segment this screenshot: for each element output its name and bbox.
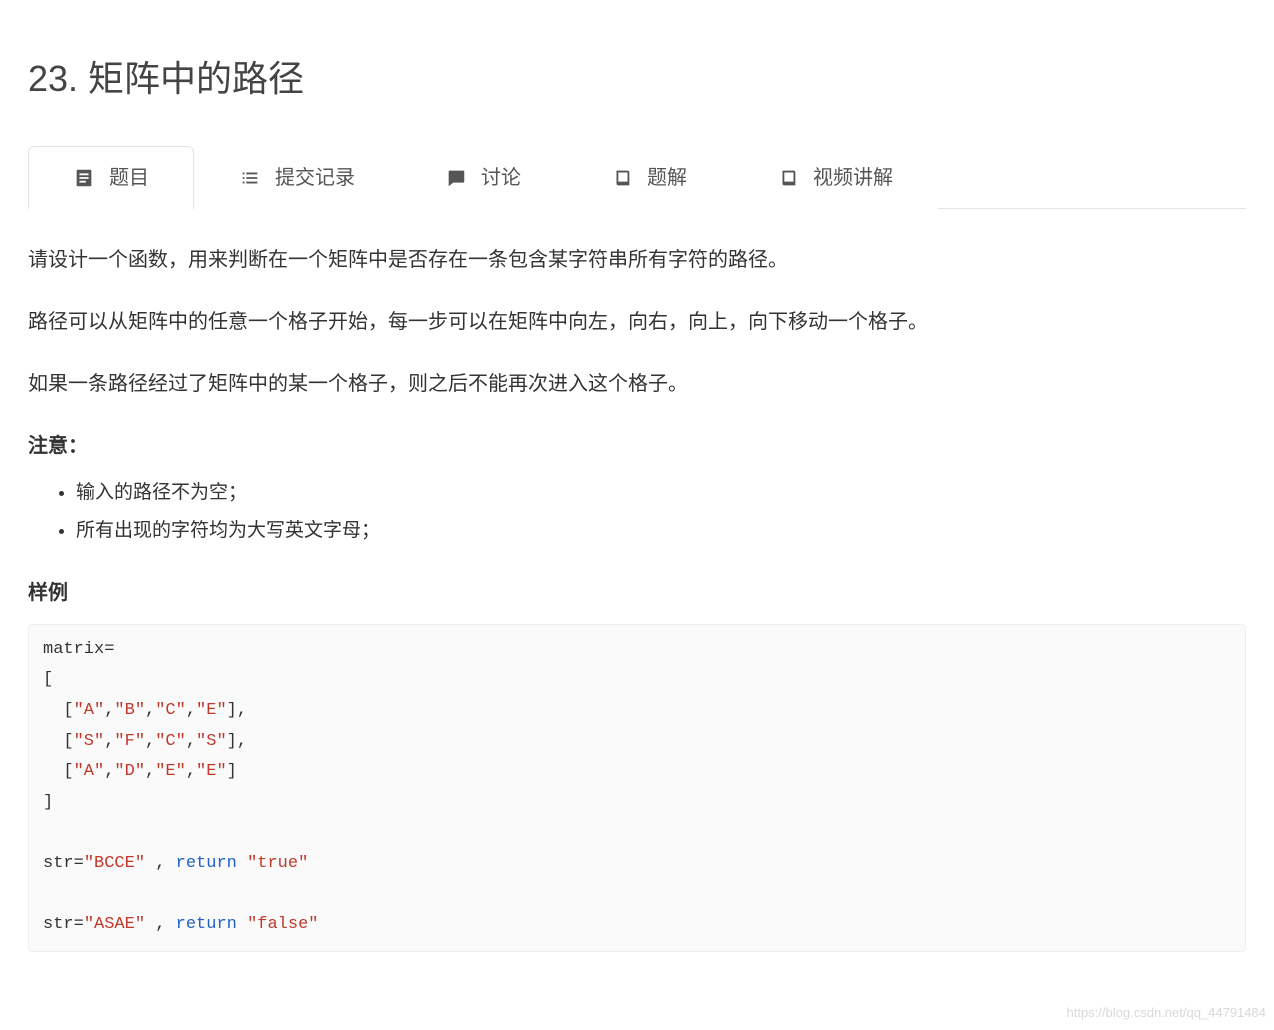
code-string: "S" — [196, 732, 227, 751]
tab-label: 提交记录 — [275, 161, 355, 195]
comment-icon — [445, 167, 467, 189]
problem-title: 23. 矩阵中的路径 — [28, 48, 1246, 109]
code-keyword: return — [176, 915, 237, 934]
book-icon — [777, 167, 799, 189]
code-block: matrix= [ ["A","B","C","E"], ["S","F","C… — [28, 624, 1246, 952]
code-string: "true" — [247, 854, 308, 873]
paragraph: 如果一条路径经过了矩阵中的某一个格子，则之后不能再次进入这个格子。 — [28, 367, 1246, 401]
note-list: 输入的路径不为空； 所有出现的字符均为大写英文字母； — [28, 477, 1246, 548]
tab-bar: 题目 提交记录 讨论 题解 视频讲解 — [28, 145, 1246, 209]
book-icon — [611, 167, 633, 189]
code-string: "C" — [155, 732, 186, 751]
code-string: "S" — [74, 732, 105, 751]
tab-label: 视频讲解 — [813, 161, 893, 195]
note-item: 输入的路径不为空； — [76, 477, 1246, 509]
code-string: "C" — [155, 701, 186, 720]
code-keyword: return — [176, 854, 237, 873]
list-icon — [239, 167, 261, 189]
paragraph: 请设计一个函数，用来判断在一个矩阵中是否存在一条包含某字符串所有字符的路径。 — [28, 243, 1246, 277]
code-string: "ASAE" — [84, 915, 145, 934]
tab-label: 讨论 — [481, 161, 521, 195]
problem-content: 请设计一个函数，用来判断在一个矩阵中是否存在一条包含某字符串所有字符的路径。 路… — [28, 243, 1246, 952]
code-string: "A" — [74, 701, 105, 720]
tab-discuss[interactable]: 讨论 — [400, 146, 566, 209]
code-string: "A" — [74, 762, 105, 781]
sample-heading: 样例 — [28, 576, 1246, 610]
tab-problem[interactable]: 题目 — [28, 146, 194, 209]
tab-label: 题解 — [647, 161, 687, 195]
tab-solution[interactable]: 题解 — [566, 146, 732, 209]
code-string: "E" — [155, 762, 186, 781]
code-string: "D" — [114, 762, 145, 781]
paragraph: 路径可以从矩阵中的任意一个格子开始，每一步可以在矩阵中向左，向右，向上，向下移动… — [28, 305, 1246, 339]
code-string: "BCCE" — [84, 854, 145, 873]
code-string: "E" — [196, 701, 227, 720]
watermark: https://blog.csdn.net/qq_44791484 — [1067, 1002, 1267, 1024]
note-item: 所有出现的字符均为大写英文字母； — [76, 515, 1246, 547]
code-string: "E" — [196, 762, 227, 781]
code-string: "B" — [114, 701, 145, 720]
code-string: "false" — [247, 915, 318, 934]
page-root: 23. 矩阵中的路径 题目 提交记录 讨论 题解 视频讲解 请设计一个函数，用来判断在一… — [0, 0, 1274, 992]
doc-icon — [73, 167, 95, 189]
code-string: "F" — [114, 732, 145, 751]
tab-video[interactable]: 视频讲解 — [732, 146, 938, 209]
tab-label: 题目 — [109, 161, 149, 195]
note-heading: 注意： — [28, 429, 1246, 463]
tab-submissions[interactable]: 提交记录 — [194, 146, 400, 209]
